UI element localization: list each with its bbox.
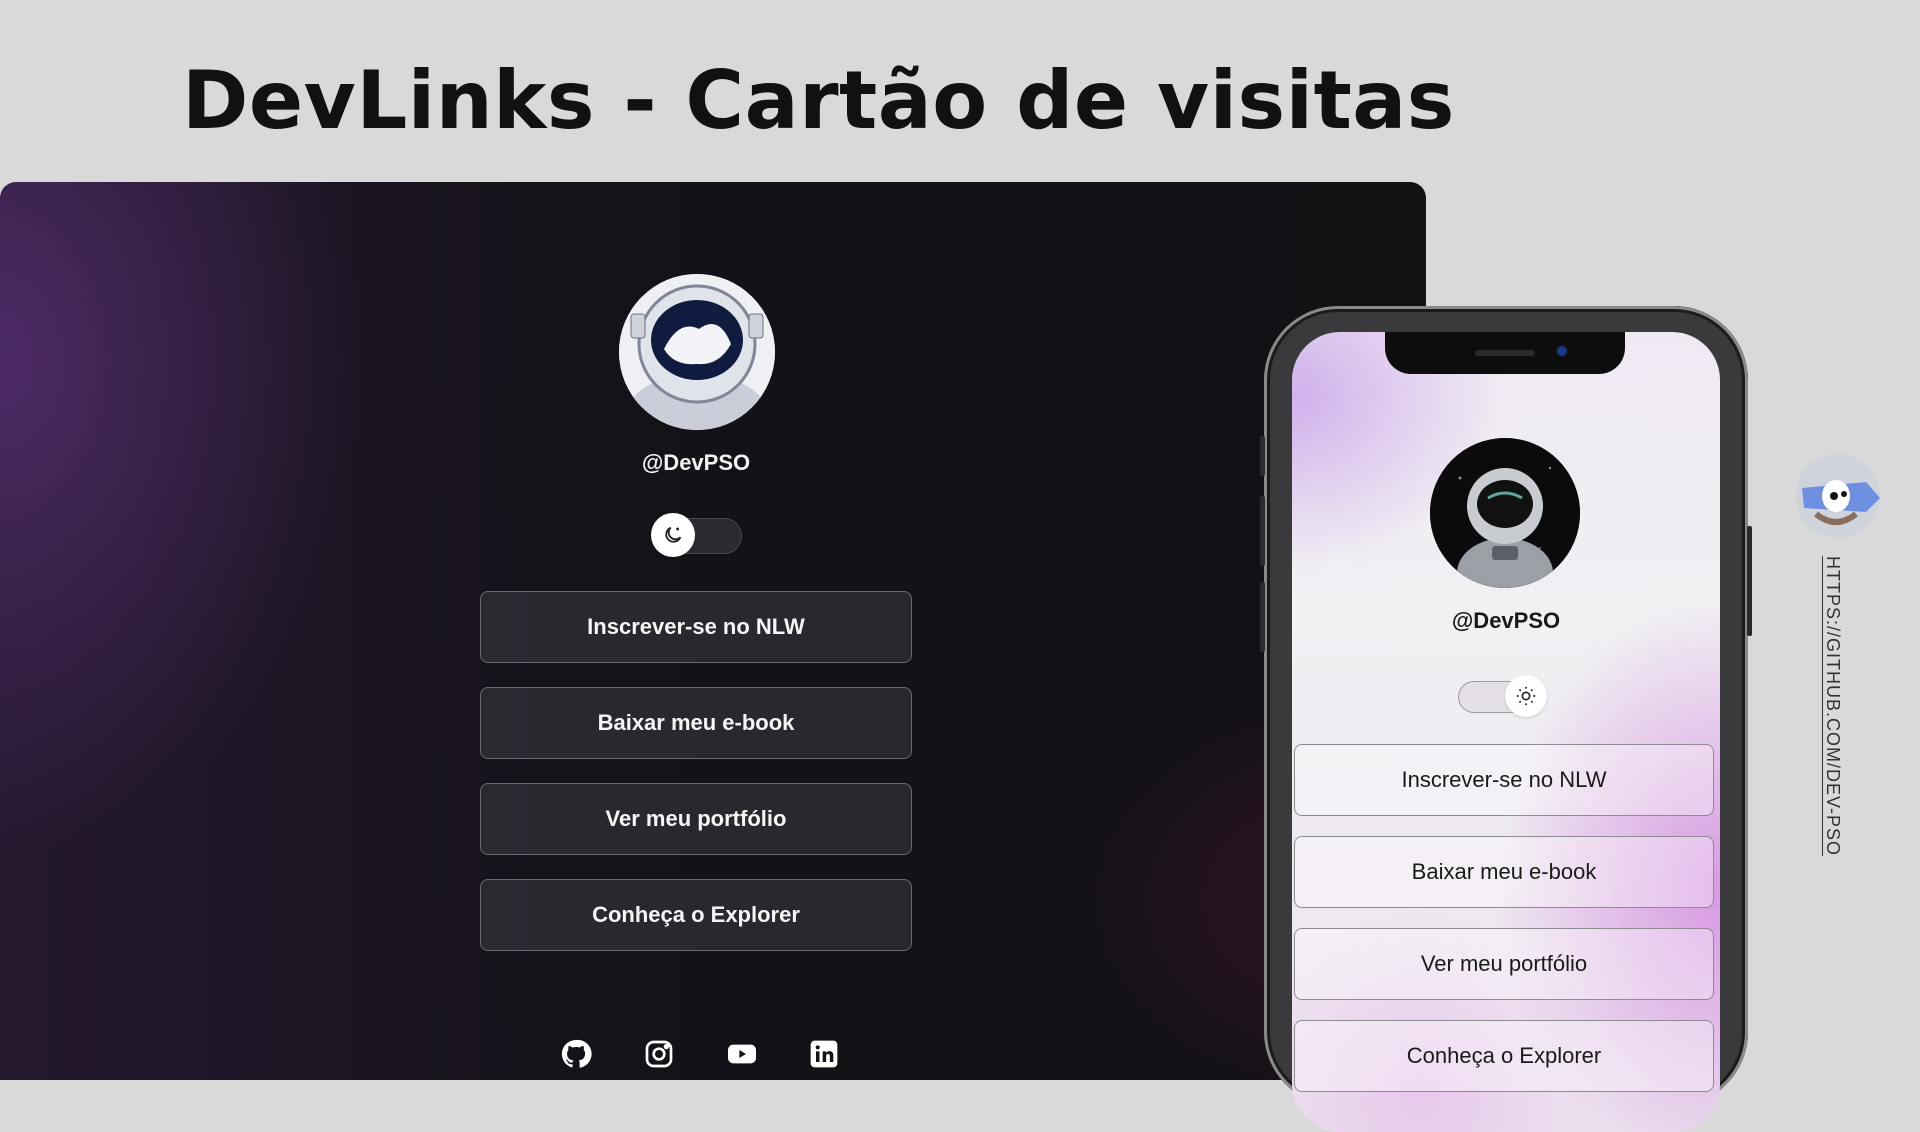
theme-toggle[interactable]: [651, 513, 742, 557]
phone-speaker: [1475, 350, 1535, 356]
phone-notch: [1385, 332, 1625, 374]
instagram-icon[interactable]: [643, 1038, 675, 1070]
cartoon-bird-image: [1796, 454, 1880, 538]
astronaut-avatar-image: [619, 274, 775, 430]
github-url-link[interactable]: HTTPS://GITHUB.COM/DEV-PSO: [1822, 556, 1843, 856]
link-button-portfolio[interactable]: Ver meu portfólio: [480, 783, 912, 855]
social-links: [560, 1038, 840, 1070]
link-button-explorer[interactable]: Conheça o Explorer: [1294, 1020, 1714, 1092]
link-button-nlw[interactable]: Inscrever-se no NLW: [1294, 744, 1714, 816]
phone-volume-down: [1260, 582, 1265, 652]
link-button-explorer[interactable]: Conheça o Explorer: [480, 879, 912, 951]
github-profile-avatar: [1796, 454, 1880, 538]
astronaut-avatar-image: [1430, 438, 1580, 588]
page-title: DevLinks - Cartão de visitas: [182, 54, 1455, 147]
theme-toggle[interactable]: [1458, 675, 1547, 717]
link-button-ebook[interactable]: Baixar meu e-book: [1294, 836, 1714, 908]
linkedin-icon[interactable]: [808, 1038, 840, 1070]
link-button-nlw[interactable]: Inscrever-se no NLW: [480, 591, 912, 663]
phone-power-button: [1747, 526, 1752, 636]
avatar: [619, 274, 775, 430]
desktop-preview: @DevPSO Inscrever-se no NLW Baixar meu e…: [0, 182, 1426, 1080]
phone-screen: @DevPSO Inscrever-se no NLW Baixar meu e…: [1292, 332, 1720, 1132]
mobile-preview: @DevPSO Inscrever-se no NLW Baixar meu e…: [1260, 306, 1752, 1132]
youtube-icon[interactable]: [725, 1038, 757, 1070]
profile-handle: @DevPSO: [1451, 608, 1561, 633]
avatar: [1430, 438, 1580, 588]
links-list: Inscrever-se no NLW Baixar meu e-book Ve…: [480, 591, 912, 975]
link-button-ebook[interactable]: Baixar meu e-book: [480, 687, 912, 759]
sun-icon: [1505, 675, 1547, 717]
link-button-portfolio[interactable]: Ver meu portfólio: [1294, 928, 1714, 1000]
phone-mute-switch: [1260, 436, 1265, 476]
profile-handle: @DevPSO: [641, 450, 751, 475]
moon-icon: [651, 513, 695, 557]
links-list: Inscrever-se no NLW Baixar meu e-book Ve…: [1294, 744, 1714, 1112]
phone-camera: [1557, 346, 1567, 356]
phone-volume-up: [1260, 496, 1265, 566]
github-icon[interactable]: [560, 1038, 592, 1070]
